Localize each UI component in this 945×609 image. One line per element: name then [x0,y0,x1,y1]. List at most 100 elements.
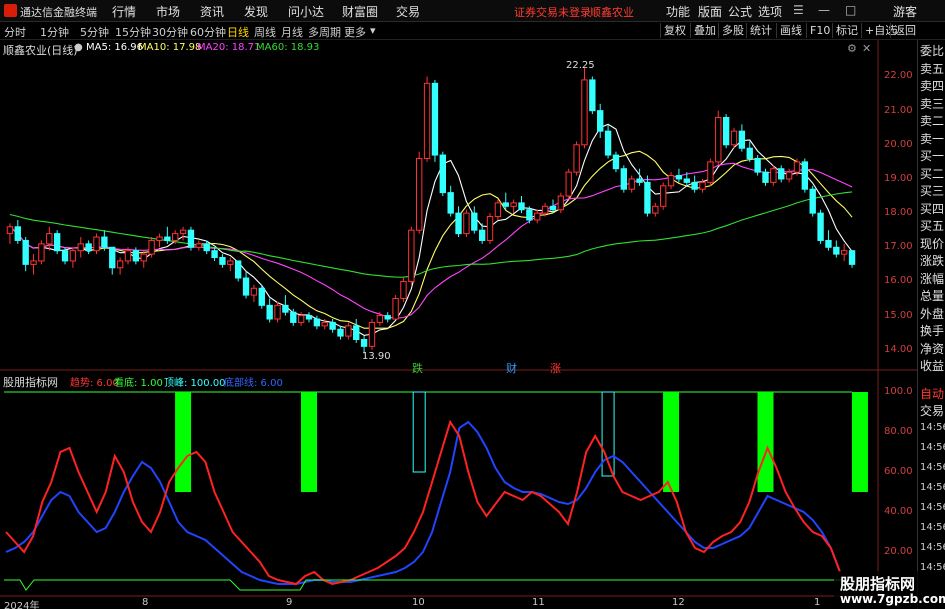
candle-body[interactable] [384,315,391,320]
candle-body[interactable] [526,209,533,221]
candle-body[interactable] [817,212,824,241]
candle-body[interactable] [841,250,848,255]
candle-body[interactable] [313,318,321,327]
candle-body[interactable] [722,116,730,146]
candle-body[interactable] [101,236,108,248]
candle-body[interactable] [258,287,265,306]
candle-body[interactable] [14,226,21,241]
candle-body[interactable] [227,260,234,265]
candle-body[interactable] [368,321,376,347]
candle-body[interactable] [187,229,195,248]
candle-body[interactable] [652,205,659,214]
sidebar-item[interactable]: 买四 [920,200,944,217]
sidebar-item[interactable]: 卖二 [920,112,944,129]
candle-body[interactable] [61,250,69,262]
candle-body[interactable] [762,171,769,183]
event-mark-finance[interactable]: 财 [506,360,517,376]
candle-body[interactable] [345,325,352,337]
candle-body[interactable] [242,277,250,296]
event-mark-up[interactable]: 涨 [550,360,561,376]
candle-body[interactable] [353,325,360,341]
candle-body[interactable] [132,250,140,262]
candle-body[interactable] [785,171,793,180]
candle-body[interactable] [109,246,116,269]
candle-body[interactable] [628,178,635,190]
chart-canvas[interactable] [0,0,945,609]
candle-body[interactable] [219,257,226,265]
candle-body[interactable] [471,212,478,231]
candle-body[interactable] [573,144,580,173]
candle-body[interactable] [69,250,77,262]
sidebar-item[interactable]: 卖三 [920,95,944,112]
candle-body[interactable] [172,233,179,241]
candle-body[interactable] [589,79,596,112]
candle-body[interactable] [738,130,746,149]
candle-body[interactable] [360,339,368,347]
candle-body[interactable] [274,304,281,320]
sidebar-item[interactable]: 总量 [920,287,944,304]
candle-body[interactable] [266,304,273,320]
candle-body[interactable] [746,147,753,159]
candle-body[interactable] [179,229,187,235]
candle-body[interactable] [778,168,785,180]
candle-body[interactable] [833,246,840,255]
candle-body[interactable] [557,195,565,211]
candle-body[interactable] [211,250,218,259]
candle-body[interactable] [667,175,675,187]
candle-body[interactable] [683,178,690,183]
candle-body[interactable] [510,202,517,207]
candle-body[interactable] [612,154,620,170]
candle-body[interactable] [164,236,171,241]
sidebar-item[interactable]: 净资 [920,340,944,357]
candle-body[interactable] [376,315,384,323]
candle-body[interactable] [6,226,14,235]
candle-body[interactable] [431,82,439,156]
candle-body[interactable] [581,79,588,146]
candle-body[interactable] [463,212,470,235]
candle-body[interactable] [793,161,801,173]
candle-body[interactable] [423,82,431,159]
candle-body[interactable] [541,205,549,214]
candle-body[interactable] [203,243,210,252]
sidebar-item[interactable]: 涨幅 [920,270,944,287]
event-mark-down[interactable]: 跌 [412,360,423,376]
sidebar-item[interactable]: 买五 [920,217,944,234]
candle-body[interactable] [675,175,683,180]
candle-body[interactable] [549,205,557,211]
candle-body[interactable] [392,298,399,320]
candle-body[interactable] [659,185,667,207]
candle-body[interactable] [234,260,242,279]
candle-body[interactable] [494,202,502,218]
candle-body[interactable] [305,315,313,320]
candle-body[interactable] [636,178,643,183]
candle-body[interactable] [116,260,124,269]
candle-body[interactable] [337,328,344,337]
candle-body[interactable] [691,181,698,190]
candle-body[interactable] [85,243,92,252]
candle-body[interactable] [439,154,446,194]
sidebar-item[interactable]: 卖五 [920,60,944,77]
candle-body[interactable] [447,192,454,214]
candle-body[interactable] [770,168,777,183]
candle-body[interactable] [825,239,832,248]
sidebar-item[interactable]: 买三 [920,182,944,199]
candle-body[interactable] [518,202,525,211]
candle-body[interactable] [478,229,486,241]
candle-body[interactable] [486,216,494,241]
candle-body[interactable] [77,243,84,252]
candle-body[interactable] [707,161,714,183]
candle-body[interactable] [400,280,407,300]
candle-body[interactable] [620,168,628,190]
candle-body[interactable] [597,110,604,132]
candle-body[interactable] [416,157,423,231]
sidebar-item[interactable]: 收益 [920,357,944,374]
sidebar-item[interactable]: 买一 [920,147,944,164]
trade-link[interactable]: 交易 [920,402,944,419]
candle-body[interactable] [22,239,29,265]
candle-body[interactable] [699,181,706,190]
candle-body[interactable] [290,311,297,323]
candle-body[interactable] [148,239,155,255]
sidebar-item[interactable]: 买二 [920,165,944,182]
candle-body[interactable] [321,321,328,327]
candle-body[interactable] [93,236,100,252]
